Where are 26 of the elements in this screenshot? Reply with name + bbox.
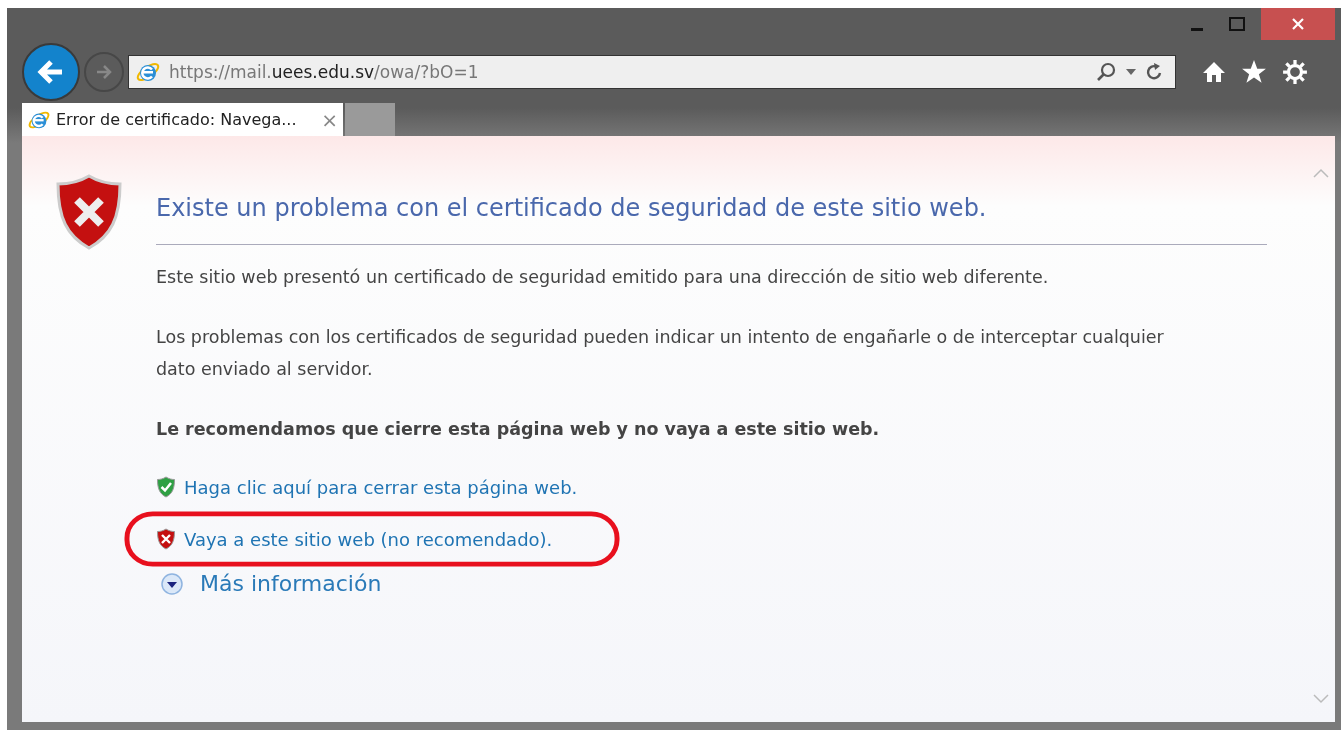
shield-check-icon (156, 476, 176, 498)
tab-close-button[interactable]: × (321, 107, 338, 132)
minimize-icon (1191, 27, 1203, 31)
expand-icon[interactable] (160, 571, 184, 596)
star-icon[interactable] (1241, 59, 1267, 85)
description-paragraph: Este sitio web presentó un certificado de seguridad emitido para una dirección de sitio web diferente. (156, 266, 1050, 289)
error-heading: Existe un problema con el certificado de seguridad de este sitio web. (156, 194, 988, 222)
url-text: https://mail.uees.edu.sv/owa/?bO=1 (169, 62, 480, 82)
more-info-link[interactable]: Más información (200, 571, 382, 596)
search-icon[interactable] (1095, 61, 1117, 83)
browser-tab[interactable]: Error de certificado: Navega... × (22, 103, 343, 136)
description-paragraph: Los problemas con los certificados de seguridad pueden indicar un intento de engañarle o de interceptar cualquier dato enviado al servidor. (156, 326, 1165, 381)
dropdown-caret-icon[interactable] (1125, 68, 1137, 76)
home-icon[interactable] (1202, 60, 1226, 84)
back-button[interactable] (22, 43, 80, 101)
recommendation-text: Le recomendamos que cierre esta página web y no vaya a este sitio web. (156, 418, 881, 441)
tab-title: Error de certificado: Navega... (56, 110, 298, 129)
close-button[interactable] (1261, 8, 1335, 40)
maximize-icon (1229, 17, 1245, 31)
close-icon (1291, 17, 1305, 31)
shield-x-icon (156, 528, 176, 550)
address-bar[interactable]: https://mail.uees.edu.sv/owa/?bO=1 (128, 55, 1176, 89)
page-link[interactable]: Haga clic aquí para cerrar esta página web. (184, 476, 578, 498)
forward-button[interactable] (84, 52, 124, 92)
settings-icon[interactable] (1282, 59, 1308, 85)
error-shield-icon (55, 174, 123, 250)
